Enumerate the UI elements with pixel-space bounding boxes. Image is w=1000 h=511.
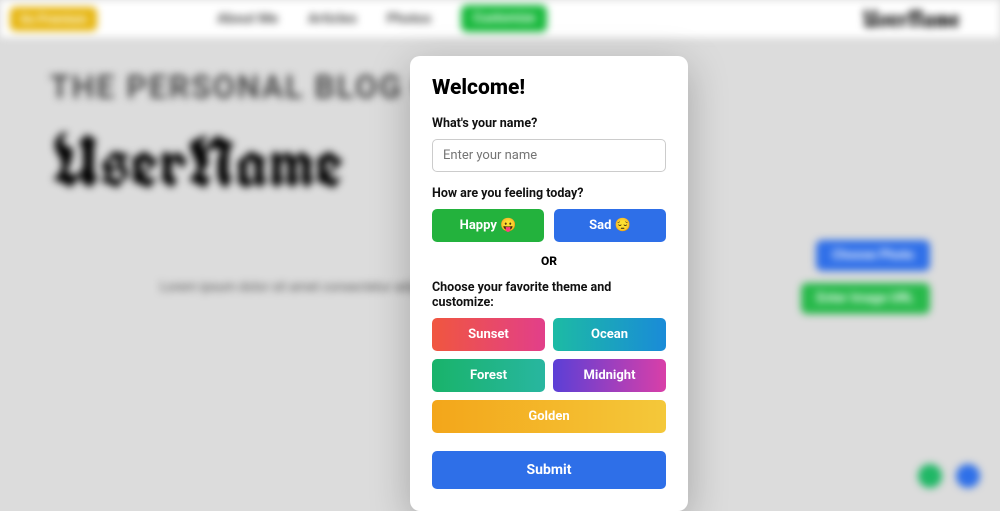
nav-about[interactable]: About Me: [217, 11, 278, 27]
chat-fab-icon[interactable]: [918, 464, 942, 488]
happy-button[interactable]: Happy 😛: [432, 209, 544, 242]
modal-title: Welcome!: [432, 76, 666, 100]
submit-button[interactable]: Submit: [432, 451, 666, 489]
main-nav: About Me Articles Photos Customize: [217, 5, 547, 32]
feeling-label: How are you feeling today?: [432, 186, 666, 201]
brand-logo: UserName: [862, 3, 960, 35]
or-divider: OR: [432, 254, 666, 268]
topbar: Go Premium About Me Articles Photos Cust…: [0, 0, 1000, 38]
theme-ocean-button[interactable]: Ocean: [553, 318, 666, 351]
welcome-modal: Welcome! What's your name? How are you f…: [410, 56, 688, 511]
messenger-fab-icon[interactable]: [956, 464, 980, 488]
theme-midnight-button[interactable]: Midnight: [553, 359, 666, 392]
theme-forest-button[interactable]: Forest: [432, 359, 545, 392]
theme-label: Choose your favorite theme and customize…: [432, 280, 666, 310]
name-input[interactable]: [432, 139, 666, 172]
nav-photos[interactable]: Photos: [387, 11, 431, 27]
choose-photo-button[interactable]: Choose Photo: [816, 240, 930, 271]
nav-articles[interactable]: Articles: [308, 11, 357, 27]
sad-button[interactable]: Sad 😔: [554, 209, 666, 242]
enter-image-url-button[interactable]: Enter Image URL: [801, 283, 930, 314]
name-label: What's your name?: [432, 116, 666, 131]
image-actions: Choose Photo Enter Image URL: [801, 240, 930, 314]
theme-golden-button[interactable]: Golden: [432, 400, 666, 433]
theme-sunset-button[interactable]: Sunset: [432, 318, 545, 351]
fab-row: [918, 464, 980, 488]
nav-customize-button[interactable]: Customize: [461, 5, 547, 32]
theme-grid: Sunset Ocean Forest Midnight Golden: [432, 318, 666, 433]
go-premium-button[interactable]: Go Premium: [10, 7, 97, 31]
